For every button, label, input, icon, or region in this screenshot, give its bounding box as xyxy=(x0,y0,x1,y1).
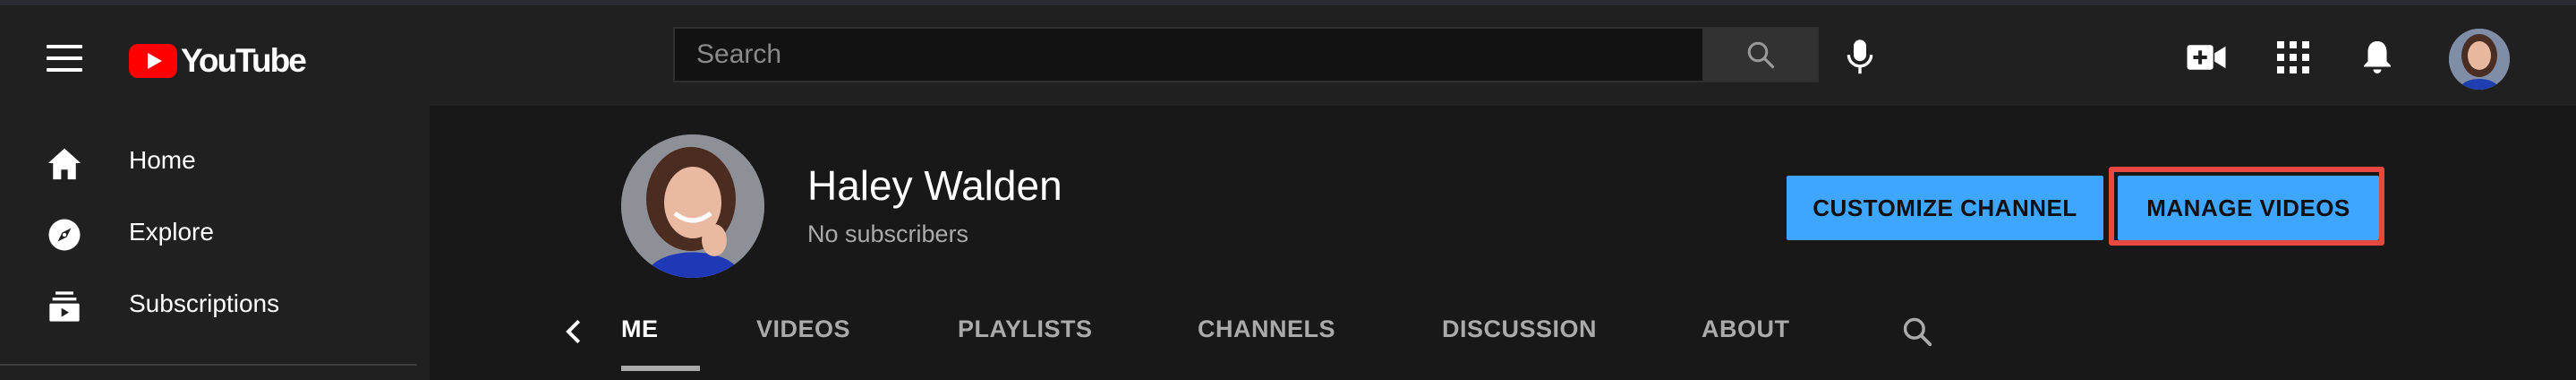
sidebar-item-explore[interactable]: Explore xyxy=(0,199,430,271)
tab-playlists[interactable]: PLAYLISTS xyxy=(958,315,1093,343)
active-tab-indicator xyxy=(621,366,700,371)
play-logo-icon xyxy=(129,44,177,78)
create-video-icon[interactable] xyxy=(2184,39,2229,75)
channel-search-button[interactable] xyxy=(1898,312,1937,351)
apps-grid-icon[interactable] xyxy=(2275,39,2311,75)
account-avatar[interactable] xyxy=(2449,29,2510,90)
subscriber-count: No subscribers xyxy=(807,220,969,247)
search-icon xyxy=(1903,317,1932,347)
chevron-left-icon xyxy=(566,319,581,344)
masthead: YouTube xyxy=(0,5,2576,106)
subscriptions-icon xyxy=(49,291,80,322)
tab-about[interactable]: ABOUT xyxy=(1702,315,1790,343)
tabs-scroll-left-button[interactable] xyxy=(555,314,591,350)
home-icon xyxy=(47,148,81,180)
tab-discussion[interactable]: DISCUSSION xyxy=(1442,315,1597,343)
sidebar-item-subscriptions[interactable]: Subscriptions xyxy=(0,271,430,342)
notifications-bell-icon[interactable] xyxy=(2359,38,2395,77)
search-input[interactable] xyxy=(675,29,1702,81)
logo-text: YouTube xyxy=(181,42,307,79)
sidebar-item-label: Explore xyxy=(129,218,214,246)
compass-icon xyxy=(48,219,81,251)
search-button[interactable] xyxy=(1702,27,1819,82)
youtube-logo[interactable]: YouTube xyxy=(129,41,307,81)
tab-label: ME xyxy=(621,315,659,342)
sidebar-item-label: Subscriptions xyxy=(129,289,280,317)
tab-home[interactable]: ME xyxy=(621,315,702,351)
menu-icon[interactable] xyxy=(47,45,82,72)
tab-channels[interactable]: CHANNELS xyxy=(1198,315,1335,343)
tab-videos[interactable]: VIDEOS xyxy=(756,315,850,343)
customize-channel-button[interactable]: CUSTOMIZE CHANNEL xyxy=(1787,176,2103,240)
sidebar-item-label: Home xyxy=(129,146,196,174)
manage-videos-button[interactable]: MANAGE VIDEOS xyxy=(2118,176,2379,240)
search-field xyxy=(673,27,1702,82)
search-icon xyxy=(1747,41,1775,69)
microphone-icon xyxy=(1847,39,1873,74)
sidebar-item-home[interactable]: Home xyxy=(0,127,430,199)
sidebar-divider xyxy=(0,364,417,366)
sidebar: Home Explore Subscriptions xyxy=(0,106,430,380)
channel-avatar[interactable] xyxy=(621,134,764,278)
channel-name: Haley Walden xyxy=(807,162,1062,209)
voice-search-button[interactable] xyxy=(1837,34,1883,81)
